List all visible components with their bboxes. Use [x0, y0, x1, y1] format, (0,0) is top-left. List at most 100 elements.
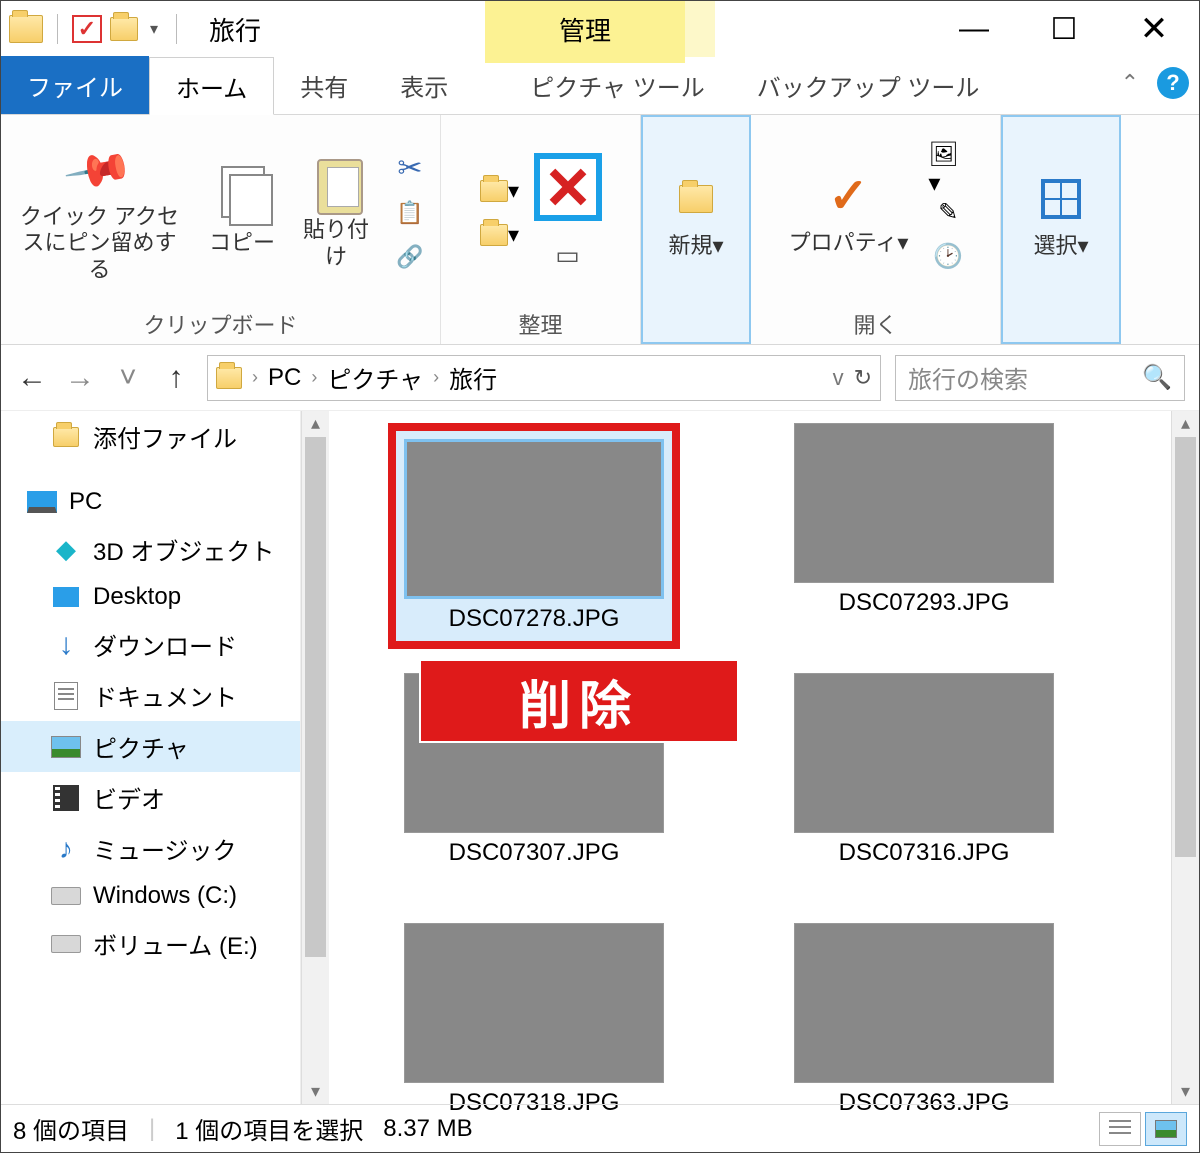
- pin-to-quick-access-button[interactable]: 📌 クイック アクセスにピン留めする: [11, 138, 188, 287]
- paste-button[interactable]: 貼り付け: [296, 151, 376, 274]
- title-separator: [176, 14, 177, 44]
- properties-icon: ✓: [828, 168, 868, 224]
- tree-volume-e[interactable]: ボリューム (E:): [1, 918, 300, 969]
- crumb-current[interactable]: 旅行: [449, 360, 497, 395]
- copy-button[interactable]: コピー: [202, 164, 282, 260]
- cut-icon[interactable]: ✂: [390, 152, 430, 186]
- tree-downloads[interactable]: ↓ダウンロード: [1, 619, 300, 670]
- thumbnail-image: [794, 923, 1054, 1083]
- qat-separator: [57, 14, 58, 44]
- content-scrollbar[interactable]: ▴ ▾: [1171, 411, 1199, 1104]
- qat-properties-icon[interactable]: ✓: [72, 15, 102, 43]
- navigation-tree[interactable]: 添付ファイル PC ◆3D オブジェクト Desktop ↓ダウンロード ドキュ…: [1, 411, 301, 1104]
- tree-windows-c[interactable]: Windows (C:): [1, 874, 300, 918]
- tree-label: Windows (C:): [93, 882, 237, 910]
- properties-button[interactable]: ✓ プロパティ▾: [783, 164, 915, 260]
- thumbnail-image: [794, 423, 1054, 583]
- tree-label: ドキュメント: [93, 678, 237, 713]
- tab-home[interactable]: ホーム: [149, 57, 274, 115]
- contextual-tab-header-2: [685, 1, 715, 57]
- delete-x-icon: [546, 165, 590, 209]
- tree-pictures[interactable]: ピクチャ: [1, 721, 300, 772]
- scroll-down-icon[interactable]: ▾: [302, 1081, 329, 1102]
- back-button[interactable]: ←: [15, 361, 49, 395]
- tree-3d-objects[interactable]: ◆3D オブジェクト: [1, 524, 300, 575]
- pin-label: クイック アクセスにピン留めする: [17, 204, 182, 283]
- ribbon: 📌 クイック アクセスにピン留めする コピー 貼り付け ✂ 📋 🔗 クリップボ: [1, 115, 1199, 345]
- file-item-selected[interactable]: DSC07278.JPG: [369, 423, 699, 653]
- tree-scrollbar[interactable]: ▴ ▾: [301, 411, 329, 1104]
- rename-icon[interactable]: ▭: [548, 239, 588, 273]
- refresh-icon[interactable]: ↻: [854, 365, 872, 391]
- annotation-delete-label: 削除: [419, 659, 739, 743]
- up-button[interactable]: ↑: [159, 361, 193, 395]
- content-pane[interactable]: DSC07278.JPG DSC07293.JPG DSC07307.JPG D…: [329, 411, 1199, 1104]
- tree-pc[interactable]: PC: [1, 480, 300, 524]
- tree-videos[interactable]: ビデオ: [1, 772, 300, 823]
- tree-documents[interactable]: ドキュメント: [1, 670, 300, 721]
- crumb-pc[interactable]: PC: [268, 364, 301, 392]
- search-box[interactable]: 旅行の検索 🔍: [895, 355, 1185, 401]
- scroll-down-icon[interactable]: ▾: [1172, 1081, 1199, 1102]
- file-item[interactable]: DSC07316.JPG: [759, 673, 1089, 903]
- close-button[interactable]: ✕: [1109, 1, 1199, 57]
- breadcrumb-sep-icon: ›: [433, 367, 439, 388]
- document-icon: [54, 682, 78, 710]
- view-toggle: [1099, 1112, 1187, 1146]
- thumbnail-grid: DSC07278.JPG DSC07293.JPG DSC07307.JPG D…: [329, 411, 1171, 1104]
- tab-view[interactable]: 表示: [374, 56, 474, 114]
- forward-button[interactable]: →: [63, 361, 97, 395]
- folder-icon: [53, 427, 79, 447]
- qat-new-folder-icon[interactable]: [110, 17, 138, 41]
- history-icon[interactable]: 🕑: [928, 240, 968, 274]
- crumb-pictures[interactable]: ピクチャ: [327, 360, 423, 395]
- title-bar: ✓ ▾ 旅行 管理 — ☐ ✕: [1, 1, 1199, 57]
- scroll-up-icon[interactable]: ▴: [302, 413, 329, 434]
- tree-label: ミュージック: [93, 831, 237, 866]
- select-button[interactable]: 選択▾: [1021, 167, 1101, 263]
- tab-file[interactable]: ファイル: [1, 56, 149, 114]
- move-to-icon[interactable]: ▾: [480, 174, 520, 208]
- minimize-button[interactable]: —: [929, 1, 1019, 57]
- view-thumbnails-button[interactable]: [1145, 1112, 1187, 1146]
- help-icon[interactable]: ?: [1157, 67, 1189, 99]
- tree-label: PC: [69, 488, 102, 516]
- tree-label: ピクチャ: [93, 729, 189, 764]
- tab-backup-tools[interactable]: バックアップ ツール: [731, 56, 1006, 114]
- ribbon-tabs: ファイル ホーム 共有 表示 ピクチャ ツール バックアップ ツール ⌃ ?: [1, 57, 1199, 115]
- group-open-label: 開く: [853, 304, 897, 340]
- status-selected-size: 8.37 MB: [383, 1115, 472, 1143]
- address-bar[interactable]: › PC › ピクチャ › 旅行 v ↻: [207, 355, 881, 401]
- edit-icon[interactable]: ✎: [928, 196, 968, 230]
- search-placeholder: 旅行の検索: [908, 360, 1028, 395]
- recent-locations-button[interactable]: ˅: [111, 361, 145, 395]
- breadcrumb-sep-icon: ›: [311, 367, 317, 388]
- file-item[interactable]: DSC07293.JPG: [759, 423, 1089, 653]
- tab-picture-tools[interactable]: ピクチャ ツール: [504, 56, 730, 114]
- copy-path-icon[interactable]: 📋: [390, 196, 430, 230]
- new-folder-icon: [679, 185, 713, 213]
- tree-music[interactable]: ♪ ミュージック: [1, 823, 300, 874]
- scrollbar-thumb[interactable]: [1175, 437, 1196, 857]
- scroll-up-icon[interactable]: ▴: [1172, 413, 1199, 434]
- tab-share[interactable]: 共有: [274, 56, 374, 114]
- new-folder-button[interactable]: 新規▾: [656, 167, 736, 263]
- tree-attachments[interactable]: 添付ファイル: [1, 411, 300, 462]
- maximize-button[interactable]: ☐: [1019, 1, 1109, 57]
- contextual-tab-accent: [485, 57, 685, 63]
- collapse-ribbon-icon[interactable]: ⌃: [1121, 70, 1139, 96]
- drive-icon: [51, 887, 81, 905]
- paste-shortcut-icon[interactable]: 🔗: [390, 240, 430, 274]
- view-details-button[interactable]: [1099, 1112, 1141, 1146]
- file-name: DSC07316.JPG: [839, 839, 1010, 867]
- tree-desktop[interactable]: Desktop: [1, 575, 300, 619]
- scrollbar-thumb[interactable]: [305, 437, 326, 957]
- qat-dropdown-icon[interactable]: ▾: [146, 19, 162, 39]
- address-dropdown-icon[interactable]: v: [833, 365, 844, 391]
- music-icon: ♪: [59, 833, 73, 865]
- cube-icon: ◆: [56, 534, 76, 565]
- copy-to-icon[interactable]: ▾: [480, 218, 520, 252]
- open-icon[interactable]: 🖼▾: [928, 152, 968, 186]
- delete-button[interactable]: [534, 153, 602, 221]
- pictures-icon: [51, 736, 81, 758]
